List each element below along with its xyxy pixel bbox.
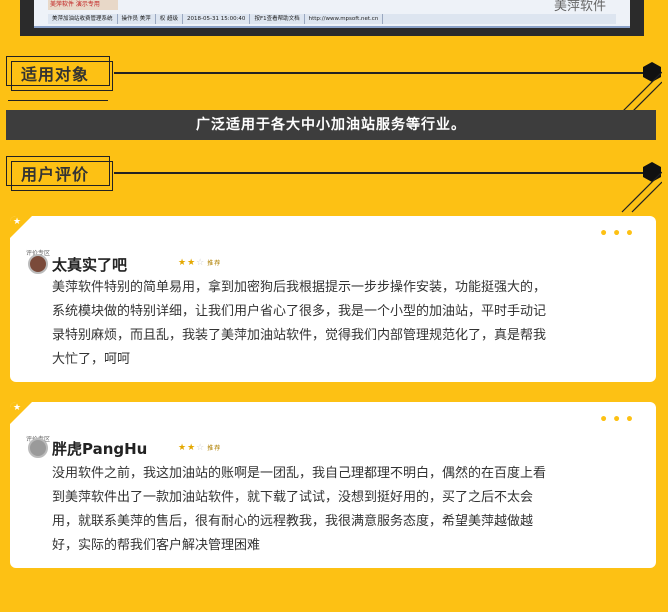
review-line: 好，实际的帮我们客户解决管理困难: [52, 538, 261, 553]
brand-logo-text: 美萍软件: [553, 0, 606, 14]
status-item: 2018-05-31 15:00:40: [183, 14, 251, 24]
rating-text: 推荐: [207, 260, 222, 267]
section-divider: [114, 72, 648, 74]
status-item: 按F1查看帮助文档: [250, 14, 305, 24]
diagonal-lines-decoration: [621, 171, 662, 213]
section-title: 适用对象: [21, 65, 90, 84]
review-line: 大忙了，呵呵: [52, 352, 131, 367]
review-line: 美萍软件特别的简单易用，拿到加密狗后我根据提示一步步操作安装，功能挺强大的，: [52, 280, 547, 295]
decorative-lines: [8, 100, 108, 105]
review-line: 没用软件之前，我这加油站的账啊是一团乱，我自己理都理不明白，偶然的在百度上看: [52, 466, 547, 481]
section-title: 用户评价: [21, 165, 90, 184]
reviewer-name: 胖虎PangHu: [52, 440, 148, 458]
status-item: 权 超级: [156, 14, 184, 24]
section-divider: [114, 172, 648, 174]
more-dots-icon: •••: [599, 226, 638, 242]
screenshot-statusbar: 美萍加油站收费管理系统 操作员 美萍 权 超级 2018-05-31 15:00…: [48, 14, 616, 24]
star-icon: ★: [13, 403, 22, 413]
review-line: 到美萍软件出了一款加油站软件，就下载了试试，没想到挺好用的，买了之后不太会: [52, 490, 534, 505]
review-card: ★ ••• 评价专区 太真实了吧 ★★☆推荐 美萍软件特别的简单易用，拿到加密狗…: [10, 216, 656, 382]
section-tag-frame: 适用对象: [6, 56, 113, 91]
section-header-reviews: 用户评价: [6, 156, 662, 213]
review-line: 系统模块做的特别详细，让我们用户省心了很多，我是一个小型的加油站，平时手动记: [52, 304, 547, 319]
rating-text: 推荐: [207, 445, 222, 452]
reviewer-name: 太真实了吧: [52, 256, 128, 274]
status-item: http://www.mpsoft.net.cn: [305, 14, 384, 24]
review-text: 没用软件之前，我这加油站的账啊是一团乱，我自己理都理不明白，偶然的在百度上看 到…: [52, 462, 642, 558]
review-text: 美萍软件特别的简单易用，拿到加密狗后我根据提示一步步操作安装，功能挺强大的， 系…: [52, 276, 642, 372]
status-item: 美萍加油站收费管理系统: [48, 14, 118, 24]
more-dots-icon: •••: [599, 412, 638, 428]
screenshot-window: 美萍软件 演示专用 美萍加油站收费管理系统 操作员 美萍 权 超级 2018-0…: [34, 0, 630, 28]
avatar: [28, 438, 48, 458]
software-screenshot: 美萍软件 演示专用 美萍加油站收费管理系统 操作员 美萍 权 超级 2018-0…: [20, 0, 644, 36]
screenshot-banner: 美萍软件 演示专用: [48, 0, 118, 10]
rating-stars: ★★☆ 推荐: [178, 258, 222, 268]
target-description-bar: 广泛适用于各大中小加油站服务等行业。: [6, 110, 656, 140]
star-icon: ★: [13, 217, 22, 227]
status-item: 操作员 美萍: [118, 14, 156, 24]
diagonal-lines-decoration: [621, 71, 662, 113]
review-line: 录特别麻烦，而且乱，我装了美萍加油站软件，觉得我们内部管理规范化了，真是帮我: [52, 328, 547, 343]
section-tag-frame: 用户评价: [6, 156, 113, 191]
review-line: 用，就联系美萍的售后，很有耐心的远程教我，我很满意服务态度，希望美萍越做越: [52, 514, 534, 529]
review-card: ★ ••• 评价专区 胖虎PangHu ★★☆推荐 没用软件之前，我这加油站的账…: [10, 402, 656, 568]
rating-stars: ★★☆ 推荐: [178, 443, 222, 453]
avatar: [28, 254, 48, 274]
section-header-target: 适用对象: [6, 56, 662, 113]
